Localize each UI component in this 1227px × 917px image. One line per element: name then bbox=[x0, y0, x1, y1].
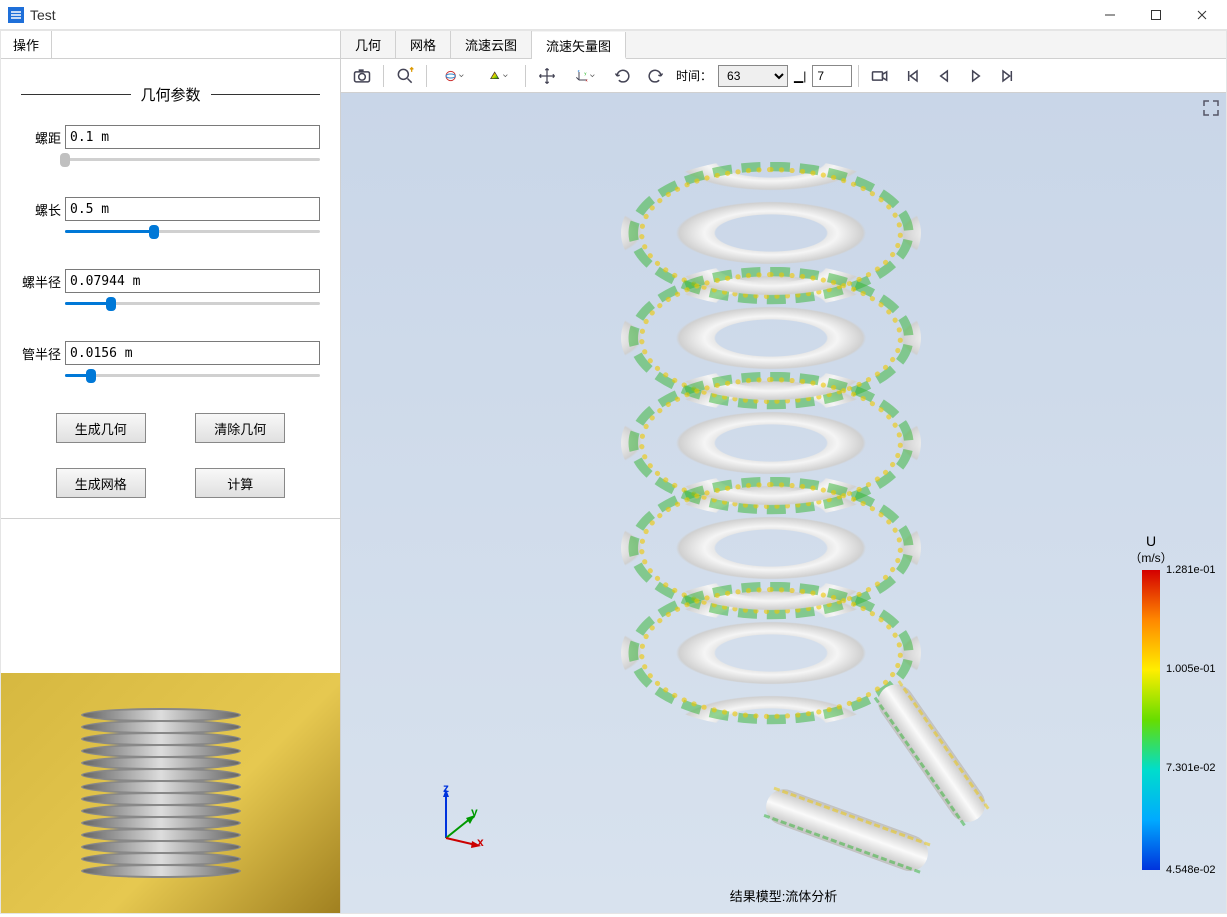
clear-geometry-button[interactable]: 清除几何 bbox=[195, 413, 285, 443]
coil-radius-label: 螺半径 bbox=[21, 272, 61, 291]
pan-icon[interactable] bbox=[532, 62, 562, 90]
selection-mode-icon[interactable] bbox=[433, 62, 475, 90]
pitch-slider[interactable] bbox=[65, 153, 320, 167]
tab-vector[interactable]: 流速矢量图 bbox=[532, 32, 626, 59]
tube-radius-input[interactable] bbox=[65, 341, 320, 365]
ops-tab[interactable]: 操作 bbox=[1, 31, 52, 58]
window-title: Test bbox=[30, 7, 1087, 23]
tab-contour[interactable]: 流速云图 bbox=[451, 31, 532, 58]
close-button[interactable] bbox=[1179, 0, 1225, 30]
tab-geometry[interactable]: 几何 bbox=[341, 31, 396, 58]
reference-photo bbox=[1, 673, 340, 913]
step-back-icon[interactable] bbox=[929, 62, 959, 90]
time-select[interactable]: 63 bbox=[718, 65, 788, 87]
record-icon[interactable] bbox=[865, 62, 895, 90]
skip-start-icon[interactable] bbox=[897, 62, 927, 90]
svg-text:z: z bbox=[578, 68, 580, 73]
rotate-cw-icon[interactable] bbox=[640, 62, 670, 90]
minimize-button[interactable] bbox=[1087, 0, 1133, 30]
rotate-ccw-icon[interactable] bbox=[608, 62, 638, 90]
coil-radius-slider[interactable] bbox=[65, 297, 320, 311]
axes-icon[interactable]: zyx bbox=[564, 62, 606, 90]
svg-text:x: x bbox=[586, 77, 588, 82]
right-panel: 几何 网格 流速云图 流速矢量图 zyx 时间： 63 ▁| bbox=[341, 31, 1226, 913]
ops-tab-bar: 操作 bbox=[1, 31, 340, 59]
compute-button[interactable]: 计算 bbox=[195, 468, 285, 498]
fullscreen-icon[interactable] bbox=[1202, 99, 1220, 117]
pitch-input[interactable] bbox=[65, 125, 320, 149]
pitch-label: 螺距 bbox=[21, 128, 61, 147]
maximize-button[interactable] bbox=[1133, 0, 1179, 30]
left-panel: 操作 几何参数 螺距 螺长 bbox=[1, 31, 341, 913]
colormap-icon[interactable] bbox=[477, 62, 519, 90]
axis-triad: z y x bbox=[421, 783, 491, 853]
color-legend: U （m/s） 1.281e-01 1.005e-01 7.301e-02 4.… bbox=[1106, 533, 1196, 870]
zoom-fit-icon[interactable] bbox=[390, 62, 420, 90]
length-label: 螺长 bbox=[21, 200, 61, 219]
section-title: 几何参数 bbox=[21, 84, 320, 105]
generate-geometry-button[interactable]: 生成几何 bbox=[56, 413, 146, 443]
skip-end-icon[interactable] bbox=[993, 62, 1023, 90]
svg-text:y: y bbox=[584, 70, 586, 75]
tube-radius-label: 管半径 bbox=[21, 344, 61, 363]
3d-viewport[interactable]: z y x U （m/s） 1.281e-01 1.005e-01 7.301e… bbox=[341, 93, 1226, 913]
camera-icon[interactable] bbox=[347, 62, 377, 90]
length-input[interactable] bbox=[65, 197, 320, 221]
helical-coil-model bbox=[621, 158, 951, 878]
frame-end-icon: ▁| bbox=[794, 69, 806, 83]
view-tabs: 几何 网格 流速云图 流速矢量图 bbox=[341, 31, 1226, 59]
generate-mesh-button[interactable]: 生成网格 bbox=[56, 468, 146, 498]
tab-mesh[interactable]: 网格 bbox=[396, 31, 451, 58]
coil-radius-input[interactable] bbox=[65, 269, 320, 293]
time-label: 时间： bbox=[676, 67, 712, 84]
play-icon[interactable] bbox=[961, 62, 991, 90]
length-slider[interactable] bbox=[65, 225, 320, 239]
result-model-label: 结果模型:流体分析 bbox=[730, 886, 838, 905]
view-toolbar: zyx 时间： 63 ▁| bbox=[341, 59, 1226, 93]
frame-input[interactable] bbox=[812, 65, 852, 87]
app-icon bbox=[8, 7, 24, 23]
tube-radius-slider[interactable] bbox=[65, 369, 320, 383]
titlebar: Test bbox=[0, 0, 1227, 30]
